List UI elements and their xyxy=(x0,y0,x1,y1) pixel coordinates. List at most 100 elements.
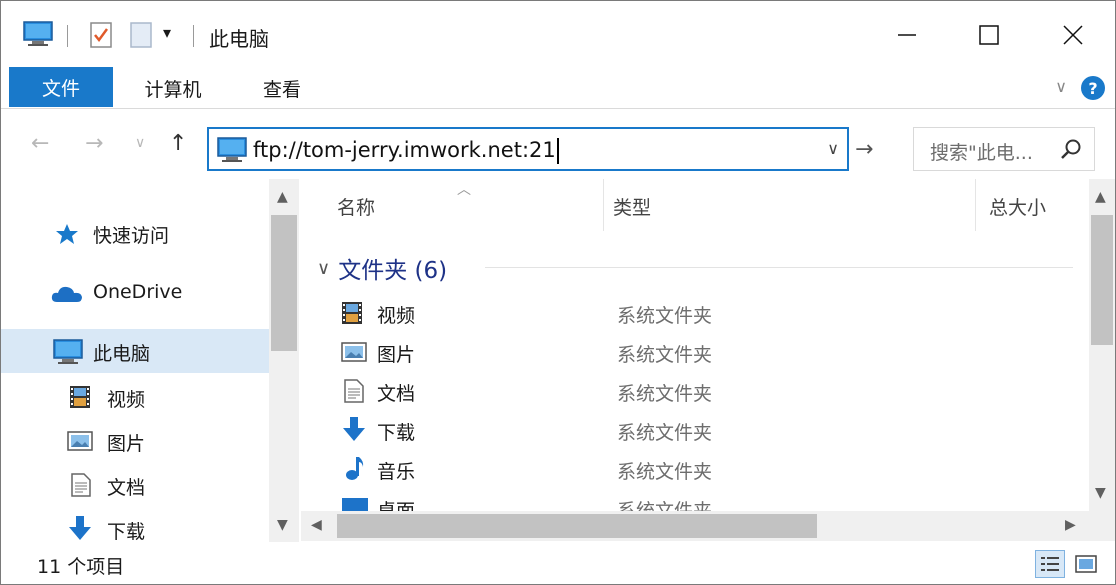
nav-pane-scrollbar[interactable]: ▲ ▼ xyxy=(269,179,299,542)
scroll-up-arrow-icon[interactable]: ▲ xyxy=(1095,189,1106,205)
search-icon xyxy=(1060,138,1082,165)
list-item[interactable]: 视频 系统文件夹 xyxy=(341,295,1041,331)
item-count: 11 个项目 xyxy=(37,556,125,578)
navigation-pane: 快速访问 OneDrive 此电脑 视频 图片 文档 下载 ▲ ▼ xyxy=(1,179,299,543)
scroll-down-arrow-icon[interactable]: ▼ xyxy=(277,517,288,533)
group-label: 文件夹 (6) xyxy=(338,258,448,284)
column-header-name[interactable]: 名称 xyxy=(337,193,375,220)
large-icons-view-button[interactable] xyxy=(1071,550,1101,578)
search-placeholder: 搜索"此电... xyxy=(930,142,1033,164)
group-header-folders[interactable]: ∨ 文件夹 (6) xyxy=(317,251,447,285)
nav-item-onedrive[interactable]: OneDrive xyxy=(1,271,269,315)
scrollbar-thumb[interactable] xyxy=(337,514,817,538)
documents-icon xyxy=(344,379,364,408)
up-button[interactable]: ↑ xyxy=(169,131,187,156)
list-item[interactable]: 桌面 系统文件夹 xyxy=(341,490,1041,511)
content-horizontal-scrollbar[interactable]: ◀ ▶ xyxy=(301,511,1089,541)
close-icon xyxy=(1063,25,1083,45)
sort-ascending-caret-icon: ︿ xyxy=(457,182,471,198)
list-item[interactable]: 图片 系统文件夹 xyxy=(341,334,1041,370)
address-dropdown-chevron-icon[interactable]: ∨ xyxy=(827,139,839,158)
download-icon xyxy=(341,416,367,447)
scrollbar-corner xyxy=(1089,511,1115,541)
go-button[interactable]: → xyxy=(855,137,873,162)
minimize-button[interactable] xyxy=(887,15,927,55)
item-name: 桌面 xyxy=(377,500,416,511)
pictures-icon xyxy=(67,431,93,456)
expand-ribbon-chevron-icon[interactable]: ∨ xyxy=(1055,77,1067,96)
address-bar[interactable]: ftp://tom-jerry.imwork.net:21 ∨ xyxy=(207,127,849,171)
video-icon xyxy=(341,301,363,330)
desktop-icon xyxy=(341,496,369,511)
nav-item-pictures[interactable]: 图片 xyxy=(1,419,269,463)
new-folder-icon[interactable] xyxy=(129,21,153,54)
status-bar: 11 个项目 xyxy=(1,542,1115,584)
details-view-button[interactable] xyxy=(1035,550,1065,578)
item-type: 系统文件夹 xyxy=(617,383,713,405)
list-item[interactable]: 下载 系统文件夹 xyxy=(341,412,1041,448)
computer-icon xyxy=(23,21,53,52)
scroll-up-arrow-icon[interactable]: ▲ xyxy=(277,189,288,205)
nav-item-videos[interactable]: 视频 xyxy=(1,375,269,419)
close-button[interactable] xyxy=(1053,15,1093,55)
back-button[interactable]: ← xyxy=(31,131,49,156)
large-icons-view-icon xyxy=(1075,555,1097,573)
item-type: 系统文件夹 xyxy=(617,500,713,511)
video-icon xyxy=(69,385,91,414)
tab-file[interactable]: 文件 xyxy=(9,67,113,107)
ribbon-tabs: 文件 计算机 查看 ∨ ? xyxy=(1,67,1115,109)
column-header-type[interactable]: 类型 xyxy=(613,193,651,220)
music-icon xyxy=(345,455,365,486)
item-name: 文档 xyxy=(377,383,416,405)
column-header-total-size[interactable]: 总大小 xyxy=(989,193,1046,220)
item-name: 下载 xyxy=(377,422,416,444)
text-caret xyxy=(556,138,559,164)
explorer-window: ▾ 此电脑 文件 计算机 查看 ∨ ? ← → ∨ ↑ ftp://tom-je… xyxy=(0,0,1116,585)
customize-quick-access-dropdown[interactable]: ▾ xyxy=(163,23,171,42)
separator xyxy=(67,25,68,47)
star-icon xyxy=(55,223,79,250)
minimize-icon xyxy=(898,34,916,36)
computer-icon xyxy=(217,137,247,168)
list-item[interactable]: 文档 系统文件夹 xyxy=(341,373,1041,409)
scroll-down-arrow-icon[interactable]: ▼ xyxy=(1095,485,1106,501)
nav-label: 视频 xyxy=(107,389,146,411)
collapse-chevron-icon: ∨ xyxy=(317,257,331,279)
title-bar: ▾ 此电脑 xyxy=(1,1,1115,67)
item-type: 系统文件夹 xyxy=(617,344,713,366)
navigation-bar: ← → ∨ ↑ ftp://tom-jerry.imwork.net:21 ∨ … xyxy=(1,109,1115,179)
list-item[interactable]: 音乐 系统文件夹 xyxy=(341,451,1041,487)
nav-label: 图片 xyxy=(107,433,146,455)
nav-label: 文档 xyxy=(107,477,146,499)
scrollbar-thumb[interactable] xyxy=(1091,215,1113,345)
window-title: 此电脑 xyxy=(209,27,269,51)
tab-computer[interactable]: 计算机 xyxy=(125,67,221,109)
item-name: 图片 xyxy=(377,344,416,366)
help-icon[interactable]: ? xyxy=(1081,76,1105,100)
content-vertical-scrollbar[interactable]: ▲ ▼ xyxy=(1089,179,1115,511)
nav-label: 下载 xyxy=(107,521,146,543)
item-type: 系统文件夹 xyxy=(617,422,713,444)
details-view-icon xyxy=(1041,557,1059,571)
scroll-left-arrow-icon[interactable]: ◀ xyxy=(311,517,322,533)
nav-label: 快速访问 xyxy=(93,225,170,247)
pictures-icon xyxy=(341,342,367,367)
scroll-right-arrow-icon[interactable]: ▶ xyxy=(1065,517,1076,533)
forward-button[interactable]: → xyxy=(85,131,103,156)
properties-icon[interactable] xyxy=(89,21,113,54)
maximize-button[interactable] xyxy=(969,15,1009,55)
nav-item-this-pc[interactable]: 此电脑 xyxy=(1,329,269,373)
nav-item-documents[interactable]: 文档 xyxy=(1,463,269,507)
tab-view[interactable]: 查看 xyxy=(237,67,327,109)
nav-item-quick-access[interactable]: 快速访问 xyxy=(1,211,269,255)
search-box[interactable]: 搜索"此电... xyxy=(913,127,1095,171)
address-value: ftp://tom-jerry.imwork.net:21 xyxy=(253,138,556,162)
address-input[interactable]: ftp://tom-jerry.imwork.net:21 xyxy=(253,138,559,164)
column-divider[interactable] xyxy=(975,179,976,231)
column-divider[interactable] xyxy=(603,179,604,231)
nav-label: 此电脑 xyxy=(93,343,151,365)
recent-locations-button[interactable]: ∨ xyxy=(135,135,145,151)
scrollbar-thumb[interactable] xyxy=(271,215,297,351)
item-name: 音乐 xyxy=(377,461,416,483)
documents-icon xyxy=(71,473,91,502)
